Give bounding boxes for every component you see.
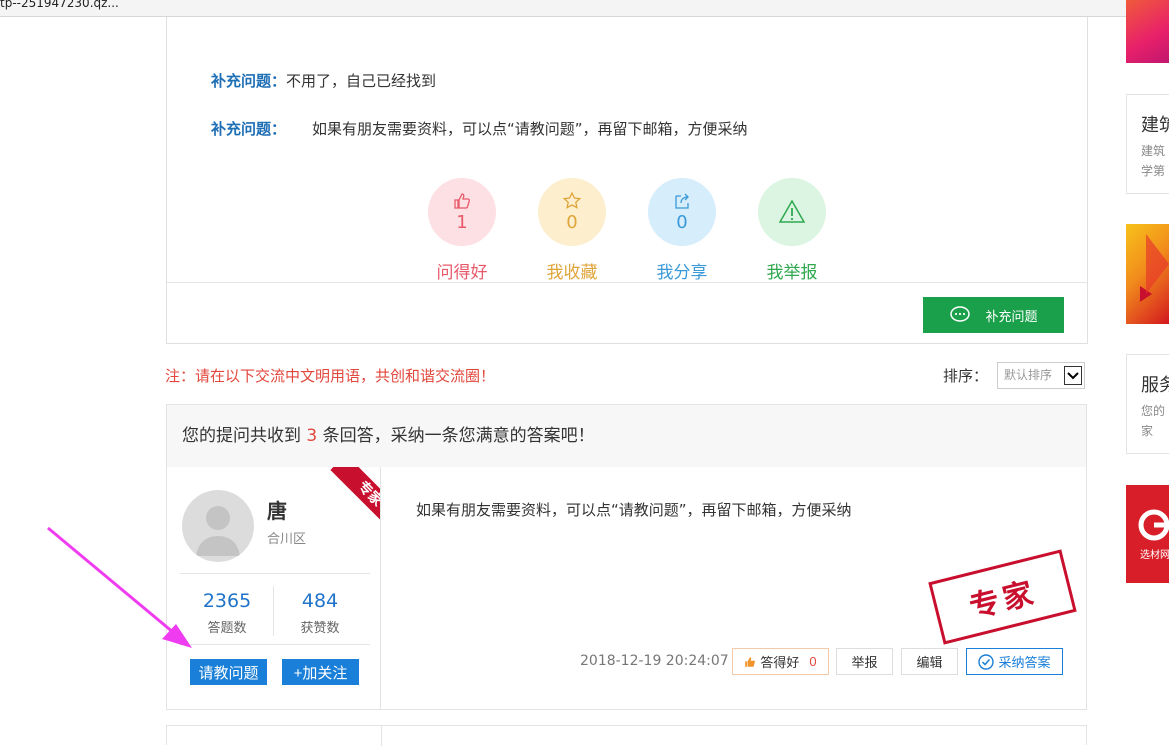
- report-circle[interactable]: [758, 178, 826, 246]
- sort-select[interactable]: 默认排序: [997, 362, 1085, 389]
- sidebar-ad-image[interactable]: [1126, 224, 1169, 324]
- likes-stat-label: 获赞数: [300, 621, 340, 636]
- expert-ribbon: 专家: [320, 467, 380, 533]
- thumbs-up-icon: [454, 193, 471, 209]
- chevron-down-icon[interactable]: [1064, 366, 1082, 385]
- next-answer-card: [166, 725, 1087, 746]
- good-question-label: 问得好: [436, 263, 488, 283]
- sidebar-box-line: 学第: [1141, 164, 1166, 178]
- supplement-question-button[interactable]: 补充问题: [923, 297, 1064, 333]
- divider: [381, 726, 382, 746]
- answer-card: 唐 合川区 专家 2365 答题数 484 获赞数 请教问题 +加关注 如果有朋…: [166, 467, 1087, 710]
- sidebar-box-line: 建筑: [1141, 144, 1166, 158]
- notice-text: 注：请在以下交流中文明用语，共创和谐交流圈！: [165, 367, 496, 385]
- star-icon: [562, 191, 582, 209]
- good-question-action[interactable]: 1 问得好: [428, 178, 496, 283]
- chat-bubble-icon: [950, 306, 971, 322]
- check-circle-icon: [978, 653, 995, 670]
- sidebar-box-title: 建筑: [1141, 115, 1169, 136]
- share-count: 0: [676, 212, 688, 233]
- sidebar-ad-text: 选材网: [1140, 550, 1169, 561]
- sidebar-box-line: 家: [1141, 424, 1154, 438]
- sidebar-ad-image[interactable]: [1126, 0, 1169, 63]
- supplement-text: 不用了，自己已经找到: [286, 72, 437, 90]
- good-answer-label: 答得好: [760, 655, 800, 670]
- sort-label: 排序：: [943, 367, 989, 385]
- divider: [180, 573, 370, 574]
- good-question-count: 1: [456, 212, 468, 233]
- good-answer-count: 0: [809, 654, 817, 669]
- edit-button[interactable]: 编辑: [901, 648, 958, 675]
- answers-header: 您的提问共收到 3 条回答，采纳一条您满意的答案吧！: [166, 404, 1087, 468]
- share-circle[interactable]: 0: [648, 178, 716, 246]
- divider: [180, 644, 370, 645]
- favorite-label: 我收藏: [546, 263, 598, 283]
- likes-stat: 484 获赞数: [275, 590, 365, 636]
- answer-timestamp: 2018-12-19 20:24:07: [580, 653, 729, 669]
- annotation-arrow-icon: [47, 526, 192, 648]
- divider: [167, 282, 1087, 283]
- sidebar-box-building[interactable]: 建筑 建筑 学第: [1126, 94, 1169, 194]
- good-question-circle[interactable]: 1: [428, 178, 496, 246]
- sidebar-ad-image[interactable]: 选材网: [1126, 485, 1169, 583]
- likes-stat-value: 484: [301, 590, 339, 612]
- share-icon: [675, 193, 689, 209]
- accept-answer-button[interactable]: 采纳答案: [966, 648, 1063, 675]
- accept-answer-label: 采纳答案: [998, 655, 1051, 670]
- answers-header-suffix: 条回答，采纳一条您满意的答案吧！: [322, 426, 595, 446]
- favorite-action[interactable]: 0 我收藏: [538, 178, 606, 283]
- thumbs-up-icon: [745, 656, 756, 667]
- supplement-label: 补充问题：: [211, 72, 287, 90]
- sidebar-box-line: 您的: [1141, 404, 1166, 418]
- expert-stamp-label: 专家: [966, 575, 1041, 626]
- supplement-label: 补充问题：: [211, 120, 287, 138]
- answerer-panel: 唐 合川区 专家 2365 答题数 484 获赞数 请教问题 +加关注: [170, 467, 381, 709]
- answers-count: 3: [306, 426, 318, 446]
- report-action[interactable]: 我举报: [758, 178, 826, 283]
- report-button[interactable]: 举报: [836, 648, 893, 675]
- supplement-text: 如果有朋友需要资料，可以点“请教问题”，再留下邮箱，方便采纳: [312, 120, 748, 138]
- sort-selected: 默认排序: [1004, 368, 1053, 382]
- share-action[interactable]: 0 我分享: [648, 178, 716, 283]
- supplement-question-2: 补充问题： 如果有朋友需要资料，可以点“请教问题”，再留下邮箱，方便采纳: [211, 118, 748, 139]
- answerer-location: 合川区: [267, 532, 307, 547]
- sidebar-box-title: 服务: [1141, 375, 1169, 396]
- url-bar[interactable]: tp--251947230.qz...: [0, 0, 1169, 17]
- sidebar-box-service[interactable]: 服务 您的 家: [1126, 354, 1169, 454]
- follow-button[interactable]: +加关注: [282, 659, 359, 685]
- report-label: 我举报: [766, 263, 818, 283]
- good-answer-button[interactable]: 答得好 0: [732, 648, 829, 675]
- divider: [273, 586, 274, 636]
- expert-ribbon-label: 专家: [330, 467, 380, 533]
- play-icon: [1140, 234, 1169, 302]
- favorite-count: 0: [566, 212, 578, 233]
- expert-stamp: 专家: [928, 549, 1077, 645]
- favorite-circle[interactable]: 0: [538, 178, 606, 246]
- supplement-button-label: 补充问题: [985, 308, 1038, 324]
- supplement-question-1: 补充问题：不用了，自己已经找到: [211, 70, 436, 91]
- ask-question-button[interactable]: 请教问题: [190, 659, 267, 685]
- warning-icon: [778, 199, 806, 223]
- question-card: 补充问题：不用了，自己已经找到 补充问题： 如果有朋友需要资料，可以点“请教问题”…: [166, 17, 1088, 344]
- answers-header-prefix: 您的提问共收到: [182, 426, 301, 446]
- share-label: 我分享: [656, 263, 708, 283]
- answer-text: 如果有朋友需要资料，可以点“请教问题”，再留下邮箱，方便采纳: [416, 501, 852, 519]
- answerer-name[interactable]: 唐: [267, 495, 287, 524]
